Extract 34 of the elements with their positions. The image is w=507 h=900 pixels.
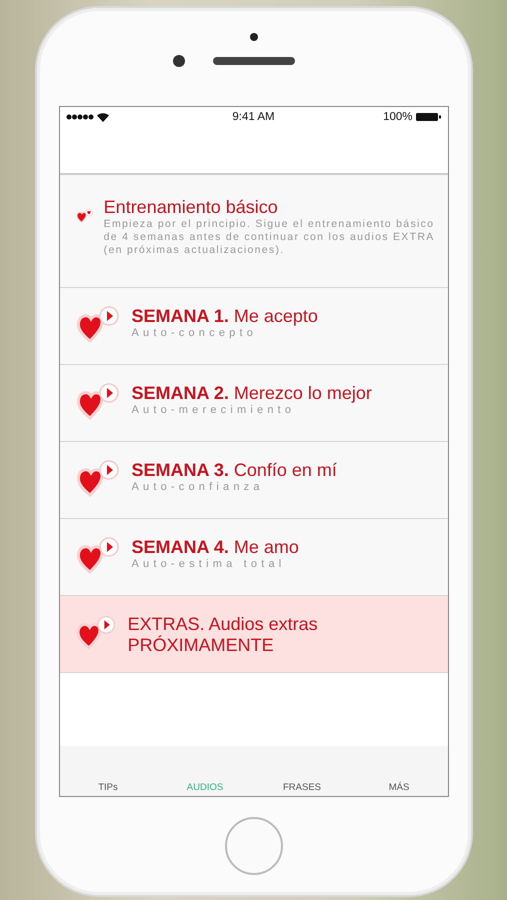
- battery-icon: [416, 112, 442, 122]
- heart-play-icon: [76, 383, 122, 421]
- status-time: 9:41 AM: [232, 111, 275, 123]
- row-title: SEMANA 1. Me acepto: [132, 306, 318, 327]
- heart-play-icon: [76, 306, 122, 344]
- row-title: Entrenamiento básico: [104, 197, 279, 218]
- row-title: EXTRAS. Audios extras PRÓXIMAMENTE: [128, 614, 319, 656]
- list-row[interactable]: SEMANA 4. Me amo Auto-estima total: [60, 519, 448, 596]
- sensor-icon: [250, 33, 258, 41]
- list-row[interactable]: SEMANA 1. Me acepto Auto-concepto: [60, 288, 448, 365]
- list-row[interactable]: SEMANA 3. Confío en mí Auto-confianza: [60, 442, 448, 519]
- battery-percentage: 100%: [383, 111, 412, 123]
- speaker-icon: [212, 57, 294, 65]
- heart-play-icon: [76, 460, 122, 498]
- heart-play-icon: [76, 614, 118, 652]
- signal-icon: [66, 114, 94, 120]
- tab[interactable]: FRASES: [282, 782, 321, 796]
- row-subtitle: Empieza por el principio. Sigue el entrenamiento básico de 4 semanas antes de continuar con los audios EXTRA (en próximas actualizaciones).: [104, 218, 436, 257]
- row-subtitle: Auto-confianza: [132, 481, 265, 494]
- list-row[interactable]: SEMANA 2. Merezco lo mejor Auto-merecimiento: [60, 365, 448, 442]
- tab[interactable]: TIPs: [98, 782, 118, 796]
- row-title: SEMANA 3. Confío en mí: [132, 460, 337, 481]
- list-row[interactable]: EXTRAS. Audios extras PRÓXIMAMENTE: [60, 596, 448, 673]
- home-button[interactable]: [224, 816, 284, 876]
- row-subtitle: Auto-merecimiento: [132, 404, 296, 417]
- heart-play-icon: [76, 537, 122, 575]
- list-row[interactable]: Entrenamiento básico Empieza por el principio. Sigue el entrenamiento básico de 4 semanas antes de continuar con los audios EXTRA (en próximas actualizaciones).: [60, 175, 448, 288]
- wifi-icon: [96, 112, 108, 122]
- row-title: SEMANA 4. Me amo: [132, 537, 299, 558]
- row-subtitle: Auto-concepto: [132, 327, 258, 340]
- camera-icon: [172, 54, 186, 68]
- tab[interactable]: MÁS: [388, 782, 410, 796]
- row-subtitle: Auto-estima total: [132, 558, 286, 571]
- row-title: SEMANA 2. Merezco lo mejor: [132, 383, 372, 404]
